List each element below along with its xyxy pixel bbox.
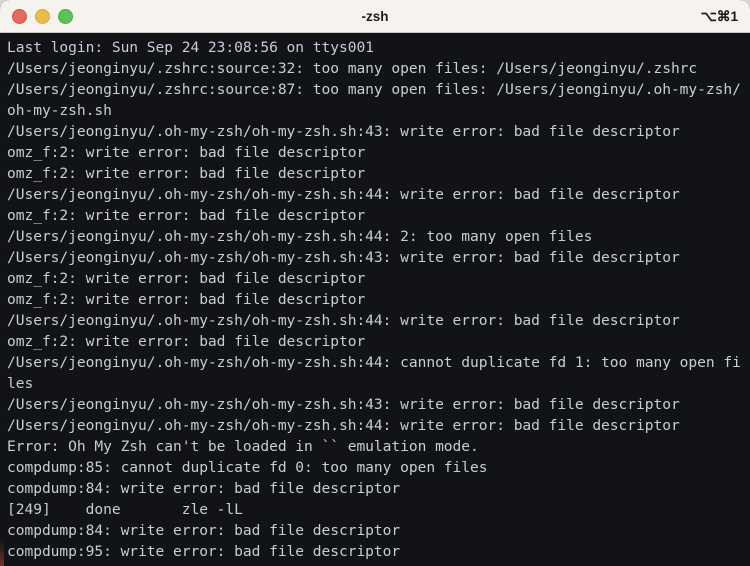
terminal-body[interactable]: Last login: Sun Sep 24 23:08:56 on ttys0… bbox=[0, 33, 750, 566]
window-titlebar[interactable]: -zsh ⌥⌘1 bbox=[0, 0, 750, 33]
terminal-window: -zsh ⌥⌘1 Last login: Sun Sep 24 23:08:56… bbox=[0, 0, 750, 566]
window-shortcut-badge: ⌥⌘1 bbox=[700, 8, 739, 24]
minimize-window-button[interactable] bbox=[35, 8, 50, 24]
window-controls bbox=[0, 8, 73, 24]
terminal-output-text: Last login: Sun Sep 24 23:08:56 on ttys0… bbox=[7, 39, 741, 560]
window-title: -zsh bbox=[361, 9, 389, 24]
maximize-window-button[interactable] bbox=[58, 8, 73, 24]
close-window-button[interactable] bbox=[12, 8, 27, 24]
